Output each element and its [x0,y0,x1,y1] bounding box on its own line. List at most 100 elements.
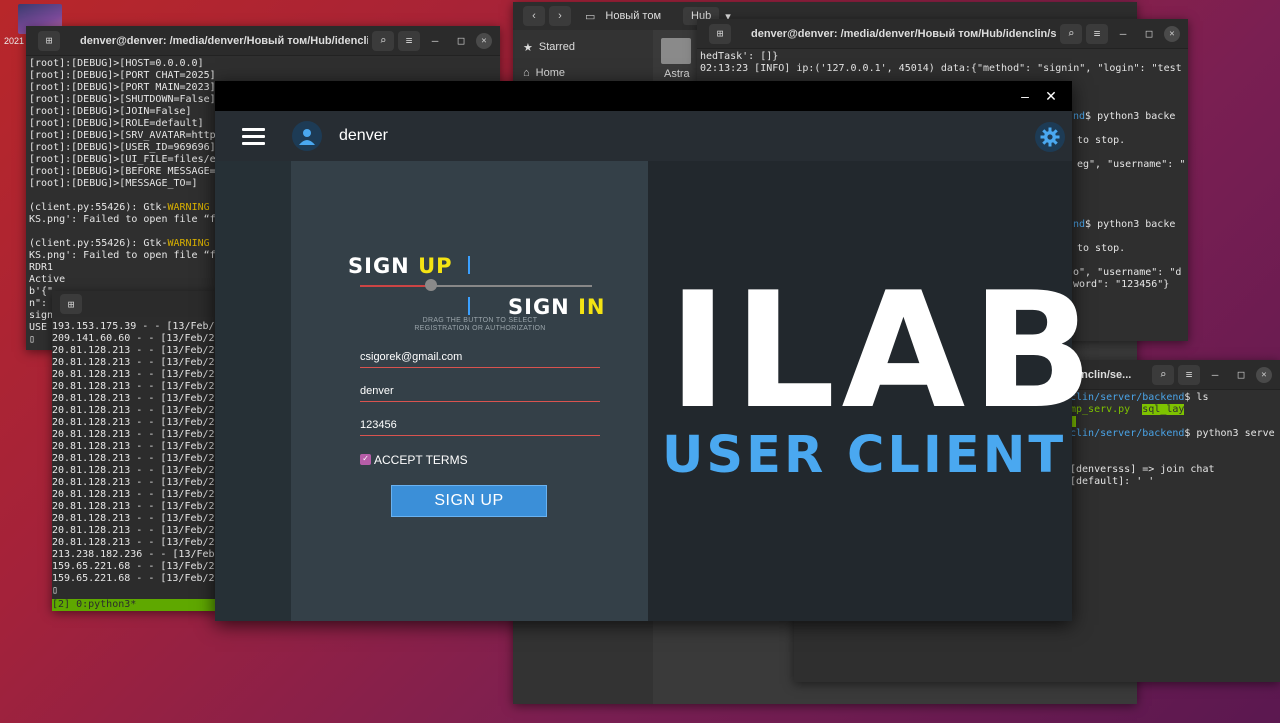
tmux-pane: ⊞ 193.153.175.39 - - [13/Feb/209.141.60.… [52,291,215,611]
prompt-path: nd [1073,219,1086,230]
search-icon[interactable]: ⌕ [1152,364,1174,385]
mode-slider-fill [360,285,432,287]
sidebar-item-label: Starred [538,41,575,53]
terminal-command: $ python3 serve [1184,428,1275,439]
sidebar-item-starred[interactable]: ★ Starred [513,34,653,60]
mode-accent: UP [418,254,453,278]
gear-icon [1040,127,1060,147]
minimize-icon[interactable]: – [1204,365,1226,385]
text-cursor [468,297,470,315]
minimize-icon[interactable]: – [1112,24,1134,44]
terminal-line: 20.81.128.213 - - [13/Feb/2 [52,417,215,428]
terminal-line: 20.81.128.213 - - [13/Feb/2 [52,345,215,356]
terminal-line: 209.141.60.60 - - [13/Feb/2 [52,333,215,344]
slider-hint: DRAG THE BUTTON TO SELECT REGISTRATION OR… [360,317,600,333]
terminal-title: denver@denver: /media/denver/Новый том/H… [751,27,1056,40]
terminal-line: 20.81.128.213 - - [13/Feb/2 [52,369,215,380]
close-icon[interactable]: ✕ [1256,366,1272,383]
mode-accent: IN [578,295,606,319]
signup-button[interactable]: SIGN UP [391,485,547,517]
ilab-app-window: – ✕ denver SIGN UP SIGN IN DRAG THE BUTT… [215,81,1093,621]
terminal-line: 213.238.182.236 - - [13/Feb [52,549,215,560]
search-icon[interactable]: ⌕ [1060,23,1082,44]
maximize-icon[interactable]: □ [1138,24,1160,44]
home-icon: ⌂ [523,67,530,79]
hint-line: DRAG THE BUTTON TO SELECT [422,317,538,324]
new-tab-icon[interactable]: ⊞ [709,23,731,44]
back-icon[interactable]: ‹ [523,6,545,26]
sidebar-item-label: Home [535,67,565,79]
terminal-line: 20.81.128.213 - - [13/Feb/2 [52,525,215,536]
brand-title: ILAB [668,257,1100,444]
login-field[interactable] [360,381,600,402]
terminal-line: 159.65.221.68 - - [13/Feb/2 [52,561,215,572]
settings-button[interactable] [1035,122,1065,152]
accept-terms-label: ACCEPT TERMS [374,453,468,467]
mode-word: SIGN [348,254,419,278]
close-icon[interactable]: ✕ [1038,88,1064,105]
mode-slider-handle[interactable] [425,279,437,291]
terminal-line: 193.153.175.39 - - [13/Feb/ [52,321,215,332]
maximize-icon[interactable]: □ [450,31,472,51]
warning-text: WARNING [167,202,210,213]
email-field[interactable] [360,347,600,368]
terminal-command: $ python3 backe [1085,111,1176,122]
new-tab-icon[interactable]: ⊞ [60,294,82,314]
maximize-icon[interactable]: □ [1230,365,1252,385]
signin-mode-label[interactable]: SIGN IN [508,295,605,319]
terminal-line: 20.81.128.213 - - [13/Feb/2 [52,465,215,476]
terminal-line: 20.81.128.213 - - [13/Feb/2 [52,393,215,404]
terminal-line: 20.81.128.213 - - [13/Feb/2 [52,429,215,440]
app-left-strip [215,161,291,621]
terminal-line: 20.81.128.213 - - [13/Feb/2 [52,453,215,464]
terminal-title: denver@denver: /media/denver/Новый том/H… [80,34,368,47]
folder-label: Astra [664,68,690,80]
terminal-line: 20.81.128.213 - - [13/Feb/2 [52,381,215,392]
signup-mode-label[interactable]: SIGN UP [348,254,453,278]
terminal-line: 20.81.128.213 - - [13/Feb/2 [52,501,215,512]
accept-terms-checkbox[interactable]: ✓ [360,454,371,465]
path-segment[interactable]: Новый том [605,10,661,22]
terminal-line: [root]:[DEBUG]>[HOST=0.0.0.0] [29,58,204,69]
close-icon[interactable]: ✕ [1164,25,1180,42]
terminal-line: 20.81.128.213 - - [13/Feb/2 [52,513,215,524]
new-tab-icon[interactable]: ⊞ [38,30,60,51]
terminal-line: hedTask': []} [700,51,779,62]
brand-subtitle: USER CLIENT [662,426,1067,485]
terminal-output: 193.153.175.39 - - [13/Feb/209.141.60.60… [52,317,215,597]
close-icon[interactable]: ✕ [476,32,492,49]
prompt-path: nd [1073,111,1086,122]
terminal-line: 20.81.128.213 - - [13/Feb/2 [52,537,215,548]
text-cursor [468,256,470,274]
file-name-highlight: sql_lay [1142,404,1185,415]
terminal-line: [default]: ' ' [1070,476,1155,487]
username-label: denver [339,127,388,144]
star-icon: ★ [523,41,533,54]
menu-icon[interactable]: ≡ [1086,23,1108,44]
terminal-line: 20.81.128.213 - - [13/Feb/2 [52,477,215,488]
hint-line: REGISTRATION OR AUTHORIZATION [414,325,546,332]
terminal-line: 20.81.128.213 - - [13/Feb/2 [52,489,215,500]
drive-icon: ▭ [585,10,596,23]
avatar[interactable] [292,121,322,151]
warning-text: WARNING [167,238,210,249]
menu-icon[interactable]: ≡ [398,30,420,51]
app-titlebar: – ✕ [215,81,1072,111]
terminal-command: $ ls [1184,392,1209,403]
terminal-titlebar: ⊞ denver@denver: /media/denver/Новый том… [26,26,500,56]
terminal-titlebar: ⊞ denver@denver: /media/denver/Новый том… [697,19,1188,49]
forward-icon[interactable]: › [549,6,571,26]
terminal-line: ▯ [52,585,59,596]
password-field[interactable] [360,415,600,436]
search-icon[interactable]: ⌕ [372,30,394,51]
mode-word: SIGN [508,295,579,319]
menu-icon[interactable]: ≡ [1178,364,1200,385]
terminal-line: 20.81.128.213 - - [13/Feb/2 [52,357,215,368]
tmux-status-bar: [2] 0:python3* [52,599,215,611]
hamburger-menu-icon[interactable] [242,128,265,149]
folder-icon[interactable] [661,38,691,64]
minimize-icon[interactable]: – [424,31,446,51]
terminal-line: 02:13:23 [INFO] ip:('127.0.0.1', 45014) … [700,63,1182,74]
terminal-line: 20.81.128.213 - - [13/Feb/2 [52,405,215,416]
minimize-icon[interactable]: – [1012,88,1038,104]
